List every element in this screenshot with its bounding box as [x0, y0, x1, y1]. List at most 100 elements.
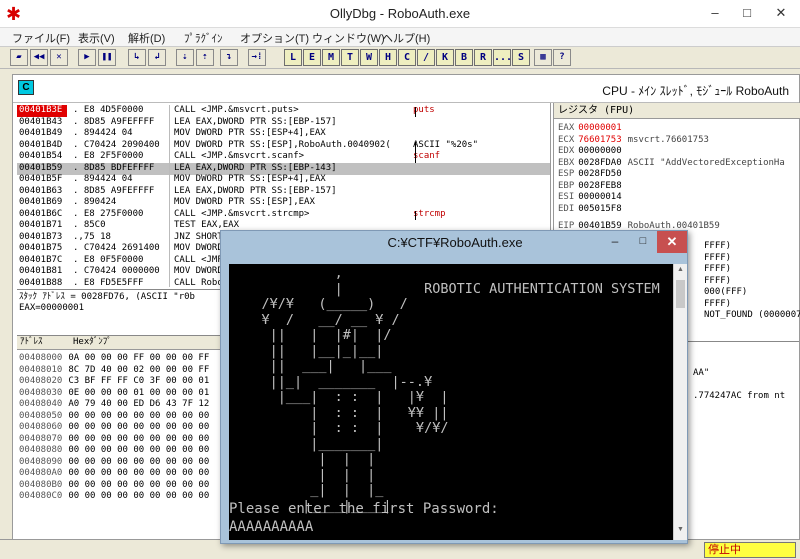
- run-trace-button[interactable]: ...: [493, 49, 512, 66]
- dump-hex: 00 00 00 00 00 00 00 00 00: [68, 445, 210, 455]
- register-row[interactable]: EBP 0028FEB8: [558, 181, 798, 192]
- breakpoints-button[interactable]: B: [455, 49, 473, 66]
- dump-hex: 00 00 00 00 00 00 00 00 00: [68, 422, 210, 432]
- disasm-hex: . 8D85 BDFEFFFF: [73, 162, 155, 173]
- dump-pane[interactable]: ｱﾄﾞﾚｽ Hexﾀﾞﾝﾌﾟ 00408000 0A 00 00 00 FF 00…: [17, 335, 237, 559]
- register-row[interactable]: ECX 76601753 msvcrt.76601753: [558, 135, 798, 146]
- maximize-button[interactable]: □: [732, 0, 762, 28]
- handles-button[interactable]: H: [379, 49, 397, 66]
- console-window[interactable]: C:¥CTF¥RoboAuth.exe – □ ✕ , | ROBOTIC AU…: [220, 230, 688, 544]
- disasm-address: 00401B3E: [17, 105, 67, 117]
- dump-row[interactable]: 00408040 A0 79 40 00 ED D6 43 7F 12: [19, 399, 235, 410]
- register-row[interactable]: ESI 00000014: [558, 192, 798, 203]
- modules-button[interactable]: E: [303, 49, 321, 66]
- disasm-row[interactable]: 00401B54 . E8 2F5F0000 CALL <JMP.&msvcrt.s…: [17, 151, 550, 163]
- console-body[interactable]: , | ROBOTIC AUTHENTICATION SYSTEM /¥/¥ (…: [229, 264, 673, 540]
- help-icon[interactable]: ?: [553, 49, 571, 66]
- open-file-icon[interactable]: ▰: [10, 49, 28, 66]
- threads-button[interactable]: T: [341, 49, 359, 66]
- goto-icon[interactable]: →⁞: [248, 49, 266, 66]
- references-button[interactable]: R: [474, 49, 492, 66]
- dump-row[interactable]: 00408090 00 00 00 00 00 00 00 00 00: [19, 457, 235, 468]
- disasm-hex: . C70424 2090400: [73, 139, 160, 150]
- info-line: EAX=00000001: [19, 303, 85, 313]
- dump-row[interactable]: 00408050 00 00 00 00 00 00 00 00 00: [19, 411, 235, 422]
- disasm-row[interactable]: 00401B5F . 894424 04 MOV DWORD PTR SS:[ESP…: [17, 174, 550, 186]
- menu-file[interactable]: ファイル(F): [12, 30, 70, 46]
- dump-row[interactable]: 00408020 C3 BF FF FF C0 3F 00 00 01: [19, 376, 235, 387]
- disasm-row[interactable]: 00401B4D . C70424 2090400 MOV DWORD PTR SS…: [17, 139, 550, 152]
- disasm-row[interactable]: 00401B3E . E8 4D5F0000 CALL <JMP.&msvcrt.p…: [17, 105, 550, 117]
- disasm-row[interactable]: 00401B63 . 8D85 A9FEFFFF LEA EAX,DWORD PTR…: [17, 185, 550, 198]
- disasm-instruction: MOV DWORD PTR SS:[ESP+4],EAX: [169, 174, 405, 186]
- console-maximize-button[interactable]: □: [629, 231, 657, 253]
- dump-row[interactable]: 004080A0 00 00 00 00 00 00 00 00 00: [19, 468, 235, 479]
- step-into-icon[interactable]: ↳: [128, 49, 146, 66]
- disasm-row[interactable]: 00401B43 . 8D85 A9FEFFFF LEA EAX,DWORD PTR…: [17, 116, 550, 129]
- register-value: 00000014: [578, 192, 622, 202]
- source-button[interactable]: S: [512, 49, 530, 66]
- register-row[interactable]: EAX 00000001: [558, 123, 798, 134]
- close-button[interactable]: ✕: [764, 0, 798, 28]
- register-note: ASCII "AddVectoredExceptionHa: [627, 157, 785, 168]
- disasm-hex: . C70424 2691400: [73, 243, 160, 253]
- pause-icon[interactable]: ❚❚: [98, 49, 116, 66]
- disasm-row[interactable]: 00401B59 . 8D85 BDFEFFFF LEA EAX,DWORD PTR…: [17, 162, 550, 175]
- trace-into-icon[interactable]: ⇣: [176, 49, 194, 66]
- console-close-button[interactable]: ✕: [657, 231, 687, 253]
- stack-row[interactable]: .774247AC from nt: [693, 391, 785, 402]
- disasm-comment: [413, 197, 543, 209]
- minimize-button[interactable]: –: [700, 0, 730, 28]
- scroll-up-icon[interactable]: ▲: [675, 266, 686, 278]
- register-partial: FFFF): [704, 252, 732, 263]
- menu-view[interactable]: 表示(V): [78, 30, 115, 46]
- close-process-icon[interactable]: ✕: [50, 49, 68, 66]
- disasm-instruction: LEA EAX,DWORD PTR SS:[EBP-143]: [169, 162, 405, 175]
- patches-button[interactable]: /: [417, 49, 435, 66]
- register-row[interactable]: ESP 0028FD50: [558, 169, 798, 180]
- cpu-button[interactable]: C: [398, 49, 416, 66]
- menu-window[interactable]: ウィンドウ(W): [312, 30, 385, 46]
- menu-options[interactable]: オプション(T): [240, 30, 309, 46]
- stack-row[interactable]: AA": [693, 368, 709, 379]
- disasm-instruction: MOV DWORD PTR SS:[ESP+4],EAX: [169, 128, 405, 140]
- disasm-row[interactable]: 00401B6C . E8 275F0000 CALL <JMP.&msvcrt.s…: [17, 208, 550, 221]
- execute-till-return-icon[interactable]: ↴: [220, 49, 238, 66]
- register-row[interactable]: EBX 0028FDA0 ASCII "AddVectoredExceptionHa: [558, 158, 798, 169]
- register-row[interactable]: EDX 00000000: [558, 146, 798, 157]
- dump-row[interactable]: 00408030 0E 00 00 00 01 00 00 00 01: [19, 388, 235, 399]
- call-stack-button[interactable]: K: [436, 49, 454, 66]
- menu-help[interactable]: ヘルプ(H): [382, 30, 430, 46]
- dump-row[interactable]: 004080C0 00 00 00 00 00 00 00 00 00: [19, 491, 235, 502]
- restart-icon[interactable]: ◀◀: [30, 49, 48, 66]
- password-input[interactable]: AAAAAAAAAA: [229, 518, 313, 536]
- dump-row[interactable]: 00408080 00 00 00 00 00 00 00 00 00: [19, 445, 235, 456]
- register-note: msvcrt.76601753: [627, 134, 709, 145]
- disasm-address: 00401B69: [19, 197, 63, 207]
- dump-row[interactable]: 00408070 00 00 00 00 00 00 00 00 00: [19, 434, 235, 445]
- register-row[interactable]: EDI 005015F8: [558, 204, 798, 215]
- menu-plugin[interactable]: ﾌﾟﾗｸﾞｲﾝ: [184, 30, 223, 46]
- dump-row[interactable]: 00408060 00 00 00 00 00 00 00 00 00: [19, 422, 235, 433]
- options-icon[interactable]: ▦: [534, 49, 552, 66]
- step-over-icon[interactable]: ↲: [148, 49, 166, 66]
- disasm-instruction: CALL <JMP.&msvcrt.puts>: [169, 105, 405, 117]
- console-scrollbar[interactable]: ▲ ▼: [673, 264, 687, 540]
- menu-analyze[interactable]: 解析(D): [128, 30, 165, 46]
- dump-row[interactable]: 00408010 8C 7D 40 00 02 00 00 00 FF: [19, 365, 235, 376]
- scroll-thumb[interactable]: [676, 280, 685, 308]
- scroll-down-icon[interactable]: ▼: [675, 526, 686, 538]
- disasm-row[interactable]: 00401B69 . 890424 MOV DWORD PTR SS:[ESP],E…: [17, 197, 550, 209]
- dump-row[interactable]: 004080B0 00 00 00 00 00 00 00 00 00: [19, 480, 235, 491]
- disasm-hex: . E8 FD5E5FFF: [73, 277, 144, 288]
- memory-map-button[interactable]: M: [322, 49, 340, 66]
- run-icon[interactable]: ▶: [78, 49, 96, 66]
- dump-row[interactable]: 00408000 0A 00 00 00 FF 00 00 00 FF: [19, 353, 235, 364]
- log-window-button[interactable]: L: [284, 49, 302, 66]
- trace-over-icon[interactable]: ⇡: [196, 49, 214, 66]
- windows-button[interactable]: W: [360, 49, 378, 66]
- disasm-row[interactable]: 00401B49 . 894424 04 MOV DWORD PTR SS:[ESP…: [17, 128, 550, 140]
- disasm-instruction: LEA EAX,DWORD PTR SS:[EBP-157]: [169, 185, 405, 198]
- console-minimize-button[interactable]: –: [601, 231, 629, 253]
- disasm-comment: strcmp: [413, 208, 446, 219]
